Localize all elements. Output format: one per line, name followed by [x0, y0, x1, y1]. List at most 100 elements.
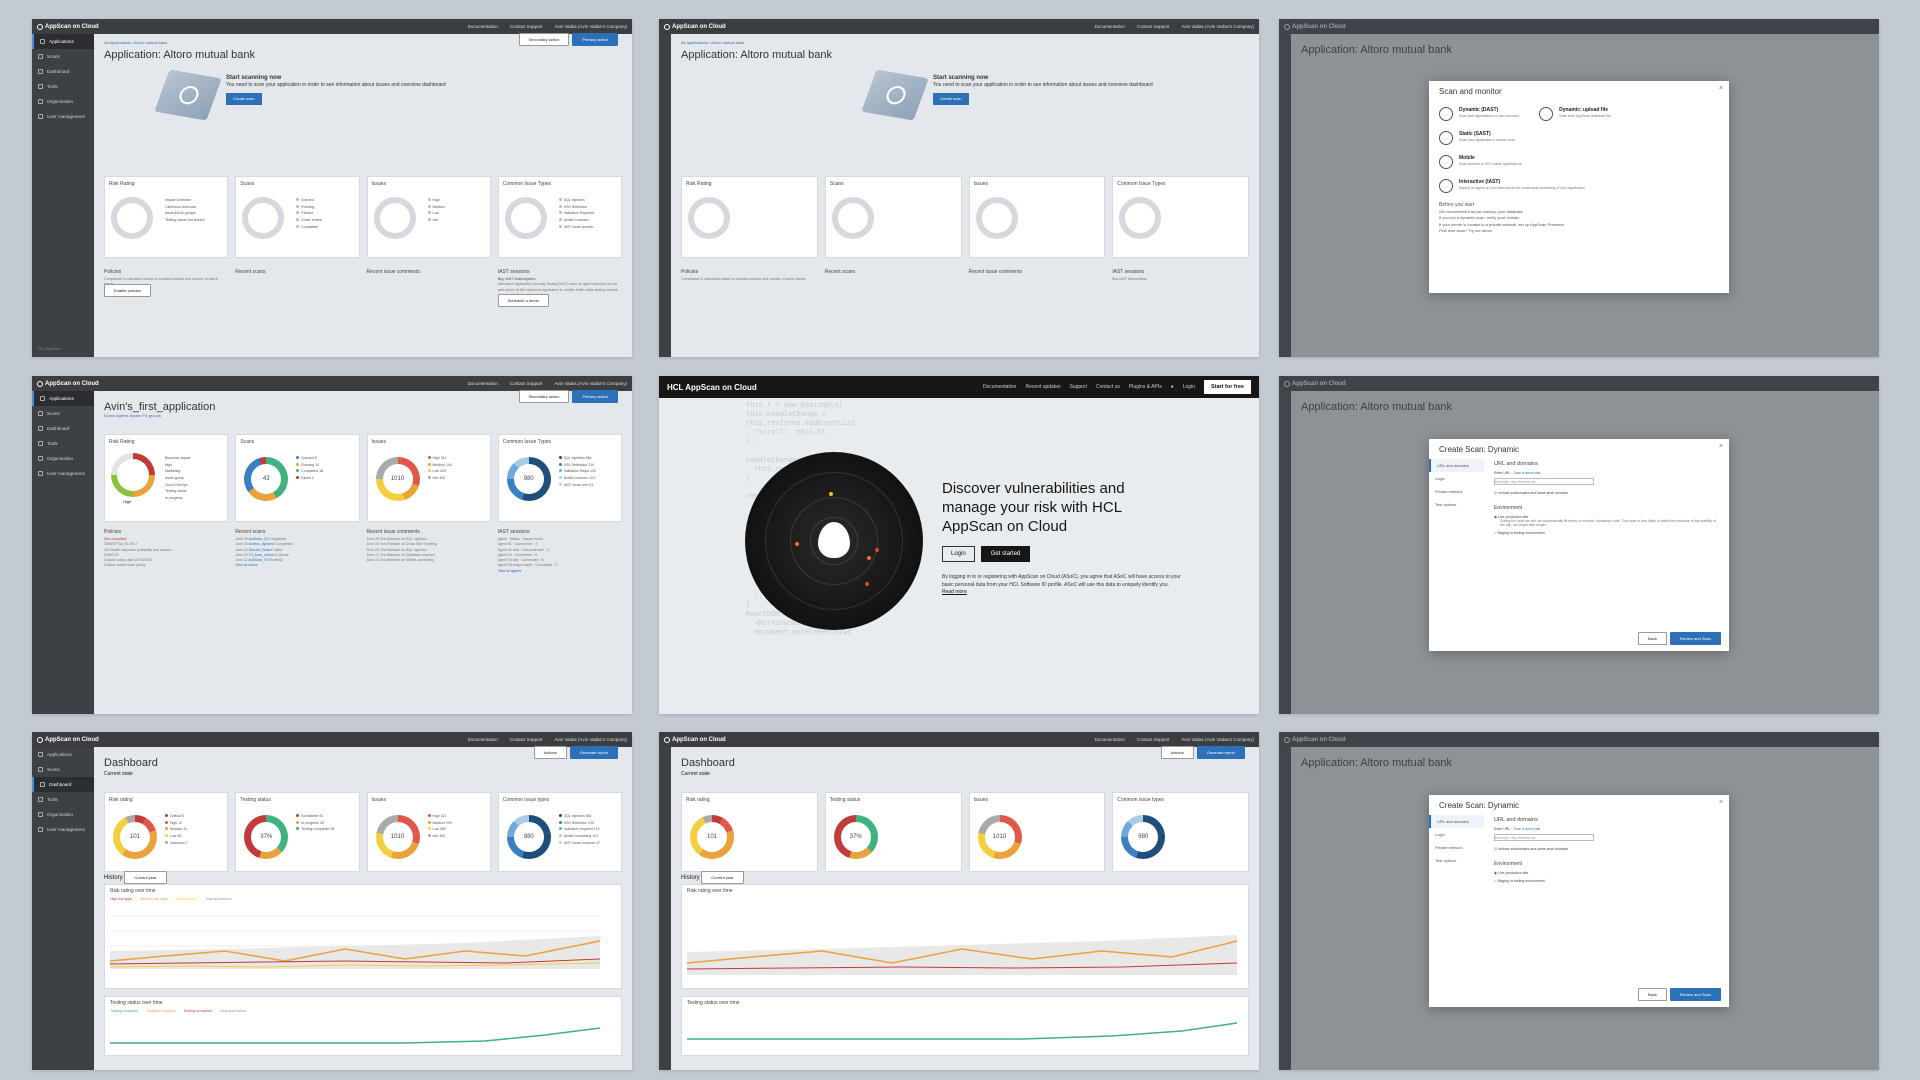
user-menu[interactable]: Avin Vadas (Avin Vadas's Company): [554, 24, 627, 29]
create-scan-button[interactable]: Create scan: [226, 93, 262, 105]
brand[interactable]: AppScan on Cloud: [37, 736, 99, 743]
documentation-link[interactable]: Documentation: [468, 381, 498, 386]
close-icon[interactable]: ×: [1719, 799, 1723, 806]
staging-radio[interactable]: ○: [1494, 879, 1496, 883]
user-menu[interactable]: Avin Vadas (Avin Vadas's Company): [554, 381, 627, 386]
scan-name[interactable]: AvaScan_03: [248, 558, 268, 562]
review-scan-button[interactable]: Review and Scan: [1669, 988, 1721, 1001]
contact-link[interactable]: Contact Support: [1137, 24, 1170, 29]
user-menu[interactable]: Avin Vadas (Avin Vadas's Company): [554, 737, 627, 742]
sidebar-item-applications[interactable]: Applications: [32, 747, 94, 762]
sidebar-item-tools[interactable]: Tools: [32, 792, 94, 807]
nav-contact[interactable]: Contact us: [1096, 384, 1120, 390]
sidebar-item-dashboard[interactable]: Dashboard: [32, 421, 94, 436]
brand[interactable]: AppScan on Cloud: [664, 736, 726, 743]
generate-report-button[interactable]: Generate report: [1196, 746, 1245, 759]
nav-login[interactable]: Login: [1183, 384, 1195, 390]
scan-demo-link[interactable]: Scan a demo site: [1513, 827, 1540, 831]
contact-link[interactable]: Contact Support: [510, 381, 543, 386]
sidebar-item-scans[interactable]: Scans: [32, 762, 94, 777]
sidebar-item-user-management[interactable]: User management: [32, 466, 94, 481]
close-icon[interactable]: ×: [1719, 443, 1723, 450]
create-scan-button[interactable]: Create scan: [933, 93, 969, 105]
step-login[interactable]: Login: [1429, 828, 1484, 841]
sidebar-item-user-management[interactable]: User management: [32, 109, 94, 124]
sidebar-item-tools[interactable]: Tools: [32, 79, 94, 94]
sast-option[interactable]: Static (SAST) Scan your application's sou…: [1429, 126, 1729, 150]
live-radio[interactable]: ◉: [1494, 515, 1497, 519]
secondary-action-button[interactable]: Secondary action: [518, 33, 570, 46]
live-radio[interactable]: ◉: [1494, 871, 1497, 875]
documentation-link[interactable]: Documentation: [1095, 737, 1125, 742]
step-url[interactable]: URL and domains: [1429, 815, 1484, 828]
sidebar-item-organization[interactable]: Organization: [32, 807, 94, 822]
history-range-dropdown[interactable]: Current year: [124, 871, 167, 884]
step-private-network[interactable]: Private network: [1429, 485, 1484, 498]
comment-row[interactable]: June 15 Ora Mamosh on Mobile something: [367, 558, 491, 563]
history-range-dropdown[interactable]: Current year: [701, 871, 744, 884]
documentation-link[interactable]: Documentation: [468, 24, 498, 29]
nav-plugins[interactable]: Plugins & APIs: [1129, 384, 1162, 390]
primary-action-button[interactable]: Primary action: [572, 390, 618, 403]
scan-name[interactable]: Access_dynamic: [249, 542, 275, 546]
close-icon[interactable]: ×: [1719, 85, 1723, 92]
nav-documentation[interactable]: Documentation: [983, 384, 1017, 390]
step-test-options[interactable]: Test options: [1429, 854, 1484, 867]
include-checkbox[interactable]: ☑: [1494, 491, 1497, 495]
step-test-options[interactable]: Test options: [1429, 498, 1484, 511]
sidebar-item-organization[interactable]: Organization: [32, 451, 94, 466]
sidebar-item-tools[interactable]: Tools: [32, 436, 94, 451]
back-button[interactable]: Back: [1637, 632, 1667, 645]
login-button[interactable]: Login: [942, 546, 975, 563]
sidebar-item-organization[interactable]: Organization: [32, 94, 94, 109]
contact-link[interactable]: Contact Support: [510, 24, 543, 29]
hcl-brand[interactable]: HCL AppScan on Cloud: [667, 383, 757, 392]
get-started-button[interactable]: Get started: [980, 546, 1031, 563]
dast-upload-option[interactable]: Dynamic: upload file Scan from AppScan St…: [1529, 102, 1621, 126]
contact-link[interactable]: Contact Support: [1137, 737, 1170, 742]
step-url[interactable]: URL and domains: [1429, 459, 1484, 472]
secondary-action-button[interactable]: Secondary action: [518, 390, 570, 403]
user-menu[interactable]: Avin Vadas (Avin Vadas's Company): [1181, 737, 1254, 742]
sidebar-item-scans[interactable]: Scans: [32, 406, 94, 421]
documentation-link[interactable]: Documentation: [1095, 24, 1125, 29]
sidebar-item-scans[interactable]: Scans: [32, 49, 94, 64]
url-input[interactable]: Example: http://testfire.net: [1494, 478, 1594, 485]
brand[interactable]: AppScan on Cloud: [37, 23, 99, 30]
sidebar-item-applications[interactable]: Applications: [32, 391, 94, 406]
sidebar-item-dashboard[interactable]: Dashboard: [32, 64, 94, 79]
back-button[interactable]: Back: [1637, 988, 1667, 1001]
read-more-link[interactable]: Read more: [942, 589, 967, 595]
actions-dropdown[interactable]: Actions: [1160, 746, 1194, 759]
mobile-option[interactable]: Mobile Scan Android or iOS mobile applica…: [1429, 150, 1729, 174]
schedule-demo-button[interactable]: Schedule a demo: [497, 294, 549, 307]
contact-link[interactable]: Contact Support: [510, 737, 543, 742]
scan-name[interactable]: Service_Board: [249, 548, 272, 552]
sidebar-item-dashboard[interactable]: Dashboard: [32, 777, 94, 792]
step-login[interactable]: Login: [1429, 472, 1484, 485]
policy-item[interactable]: Custom admin team policy: [104, 563, 228, 568]
step-private-network[interactable]: Private network: [1429, 841, 1484, 854]
staging-radio[interactable]: ○: [1494, 531, 1496, 535]
enable-policies-button[interactable]: Enable policies: [104, 283, 151, 297]
documentation-link[interactable]: Documentation: [468, 737, 498, 742]
actions-dropdown[interactable]: Actions: [533, 746, 567, 759]
view-all-scans-link[interactable]: View all scans: [235, 563, 359, 568]
start-free-button[interactable]: Start for free: [1203, 380, 1251, 394]
review-scan-button[interactable]: Review and Scan: [1669, 632, 1721, 645]
scan-demo-link[interactable]: Scan a demo site: [1513, 471, 1540, 475]
url-input[interactable]: Example: http://testfire.net: [1494, 834, 1594, 841]
breadcrumb[interactable]: All Applications / Altoro mutual bank: [681, 40, 1249, 45]
user-menu[interactable]: Avin Vadas (Avin Vadas's Company): [1181, 24, 1254, 29]
brand[interactable]: AppScan on Cloud: [664, 23, 726, 30]
nav-support[interactable]: Support: [1070, 384, 1088, 390]
scan-name[interactable]: AvaScan_03: [249, 537, 269, 541]
nav-recent-updates[interactable]: Recent updates: [1025, 384, 1060, 390]
collapsed-sidebar[interactable]: [659, 747, 671, 1070]
sidebar-item-user-management[interactable]: User management: [32, 822, 94, 837]
iast-option[interactable]: Interactive (IAST) Deploy an agent on you…: [1429, 174, 1729, 198]
sub-navigation[interactable]: Scans Agents Issues Fix groups: [104, 413, 622, 418]
primary-action-button[interactable]: Primary action: [572, 33, 618, 46]
collapsed-sidebar[interactable]: [659, 34, 671, 357]
include-checkbox[interactable]: ☑: [1494, 847, 1497, 851]
